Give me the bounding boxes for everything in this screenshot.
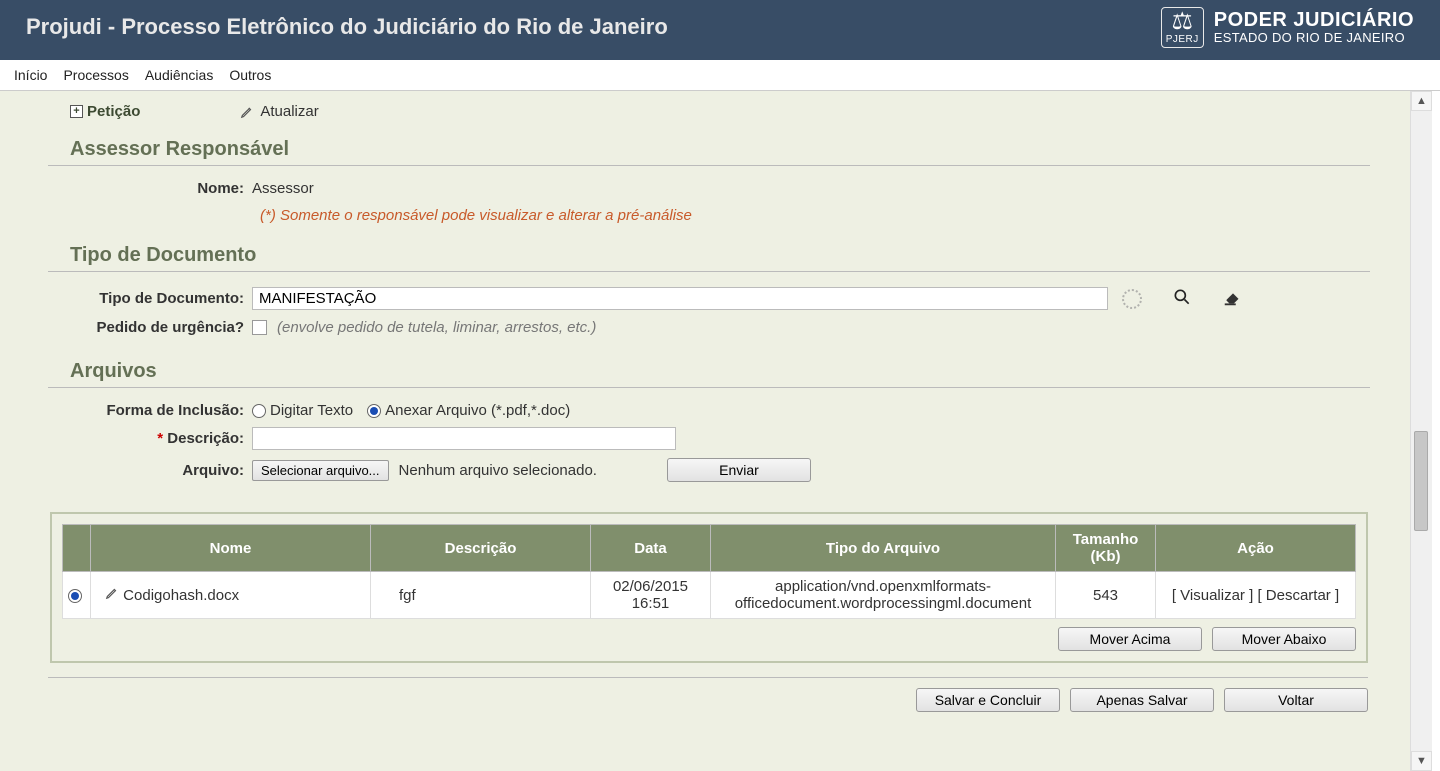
apenas-salvar-button[interactable]: Apenas Salvar xyxy=(1070,688,1214,712)
label-radio-digitar: Digitar Texto xyxy=(270,402,353,419)
scroll-down-icon[interactable]: ▼ xyxy=(1411,751,1432,771)
peticao-toggle[interactable]: + Petição xyxy=(70,103,140,120)
descartar-link[interactable]: [ Descartar ] xyxy=(1257,587,1339,604)
files-container: Nome Descrição Data Tipo do Arquivo Tama… xyxy=(50,512,1368,663)
menu-outros[interactable]: Outros xyxy=(223,63,277,87)
scroll-up-icon[interactable]: ▲ xyxy=(1411,91,1432,111)
value-nome: Assessor xyxy=(252,180,314,197)
menu-audiencias[interactable]: Audiências xyxy=(139,63,220,87)
visualizar-link[interactable]: [ Visualizar ] xyxy=(1172,587,1253,604)
label-nome: Nome: xyxy=(48,180,252,197)
label-forma: Forma de Inclusão: xyxy=(48,402,252,419)
logo-abbrev: PJERJ xyxy=(1166,34,1199,45)
label-descricao: * Descrição: xyxy=(48,430,252,447)
section-tipodoc-title: Tipo de Documento xyxy=(48,238,1370,272)
select-file-button[interactable]: Selecionar arquivo... xyxy=(252,460,389,481)
input-descricao[interactable] xyxy=(252,427,676,450)
scales-icon: ⚖ xyxy=(1171,10,1193,34)
th-acao: Ação xyxy=(1156,525,1356,572)
peticao-label: Petição xyxy=(87,103,140,120)
th-tipo: Tipo do Arquivo xyxy=(711,525,1056,572)
cell-tam: 543 xyxy=(1056,572,1156,619)
th-data: Data xyxy=(591,525,711,572)
expand-icon: + xyxy=(70,105,83,118)
assessor-note: (*) Somente o responsável pode visualiza… xyxy=(48,207,1370,224)
menu-processos[interactable]: Processos xyxy=(57,63,134,87)
enviar-button[interactable]: Enviar xyxy=(667,458,811,482)
eraser-icon[interactable] xyxy=(1222,286,1244,311)
vertical-scrollbar[interactable]: ▲ ▼ xyxy=(1410,91,1432,771)
app-title: Projudi - Processo Eletrônico do Judiciá… xyxy=(26,14,668,40)
atualizar-label: Atualizar xyxy=(260,103,318,120)
th-nome: Nome xyxy=(91,525,371,572)
label-urgencia: Pedido de urgência? xyxy=(48,319,252,336)
pencil-icon xyxy=(240,105,254,119)
checkbox-urgencia[interactable] xyxy=(252,320,267,335)
atualizar-link[interactable]: Atualizar xyxy=(240,103,318,120)
salvar-concluir-button[interactable]: Salvar e Concluir xyxy=(916,688,1060,712)
no-file-text: Nenhum arquivo selecionado. xyxy=(399,462,597,479)
table-row: Codigohash.docx fgf 02/06/2015 16:51 app… xyxy=(63,572,1356,619)
cell-data: 02/06/2015 16:51 xyxy=(591,572,711,619)
header-branding: ⚖ PJERJ PODER JUDICIÁRIO ESTADO DO RIO D… xyxy=(1161,7,1414,48)
edit-icon[interactable] xyxy=(105,586,119,600)
label-tipodoc: Tipo de Documento: xyxy=(48,290,252,307)
radio-digitar[interactable] xyxy=(252,404,266,418)
loading-icon xyxy=(1122,289,1142,309)
hint-urgencia: (envolve pedido de tutela, liminar, arre… xyxy=(277,319,596,336)
mover-acima-button[interactable]: Mover Acima xyxy=(1058,627,1202,651)
th-desc: Descrição xyxy=(371,525,591,572)
voltar-button[interactable]: Voltar xyxy=(1224,688,1368,712)
label-radio-anexar: Anexar Arquivo (*.pdf,*.doc) xyxy=(385,402,570,419)
input-tipodoc[interactable] xyxy=(252,287,1108,310)
cell-nome: Codigohash.docx xyxy=(123,587,239,604)
th-tam: Tamanho (Kb) xyxy=(1056,525,1156,572)
content-area: + Petição Atualizar Assessor Responsável… xyxy=(0,91,1410,771)
search-icon[interactable] xyxy=(1172,287,1192,310)
label-arquivo: Arquivo: xyxy=(48,462,252,479)
app-header: Projudi - Processo Eletrônico do Judiciá… xyxy=(0,0,1440,60)
section-assessor-title: Assessor Responsável xyxy=(48,132,1370,166)
branding-line1: PODER JUDICIÁRIO xyxy=(1214,9,1414,31)
th-select xyxy=(63,525,91,572)
menu-bar: Início Processos Audiências Outros xyxy=(0,60,1440,91)
section-arquivos-title: Arquivos xyxy=(48,354,1370,388)
scroll-thumb[interactable] xyxy=(1414,431,1428,531)
cell-desc: fgf xyxy=(371,572,591,619)
menu-inicio[interactable]: Início xyxy=(8,63,53,87)
files-table: Nome Descrição Data Tipo do Arquivo Tama… xyxy=(62,524,1356,619)
logo-icon: ⚖ PJERJ xyxy=(1161,7,1204,48)
row-radio[interactable] xyxy=(68,589,82,603)
cell-tipo: application/vnd.openxmlformats-officedoc… xyxy=(711,572,1056,619)
radio-anexar[interactable] xyxy=(367,404,381,418)
mover-abaixo-button[interactable]: Mover Abaixo xyxy=(1212,627,1356,651)
branding-line2: ESTADO DO RIO DE JANEIRO xyxy=(1214,31,1414,45)
